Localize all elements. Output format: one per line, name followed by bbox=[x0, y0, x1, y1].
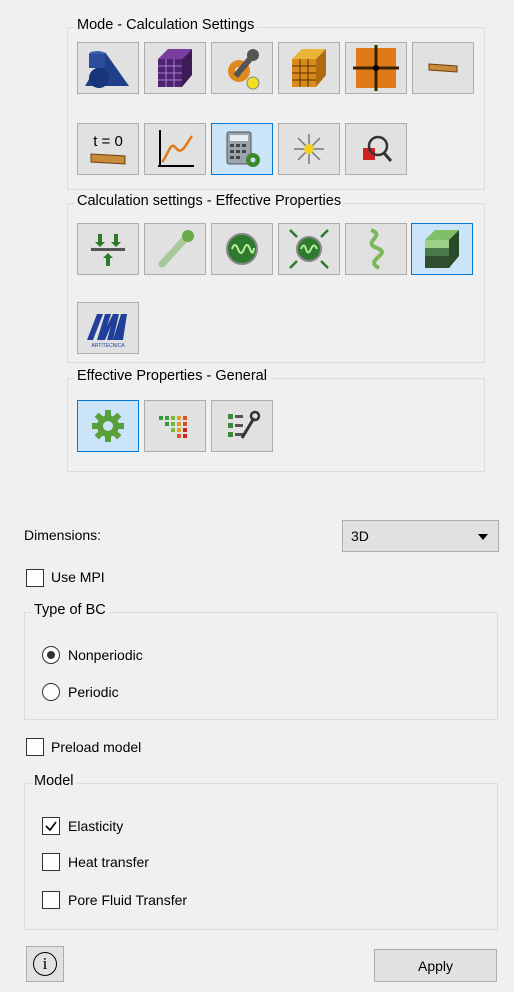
apply-button[interactable]: Apply bbox=[374, 949, 497, 982]
purple-cube-icon bbox=[158, 49, 192, 87]
wave-circle-button[interactable] bbox=[211, 223, 273, 275]
info-glyph: i bbox=[42, 954, 48, 973]
list-wrench-icon bbox=[228, 410, 261, 439]
shapes-icon bbox=[85, 51, 129, 88]
green-cube-icon bbox=[425, 230, 459, 268]
nonperiodic-label[interactable]: Nonperiodic bbox=[68, 647, 143, 663]
grid-button[interactable] bbox=[345, 42, 407, 94]
helix-icon bbox=[369, 228, 384, 270]
sparkle-icon bbox=[294, 134, 324, 164]
logo-text: ARTITECNICA bbox=[91, 343, 125, 349]
pore-fluid-transfer-label[interactable]: Pore Fluid Transfer bbox=[68, 892, 187, 908]
type-of-bc-group: Type of BC bbox=[24, 602, 498, 720]
green-cube-button[interactable] bbox=[411, 223, 473, 275]
wrench-gear-icon bbox=[228, 49, 260, 90]
group-title: Effective Properties - General bbox=[74, 368, 270, 384]
beam-icon bbox=[428, 63, 458, 73]
curve-graph-icon bbox=[158, 130, 194, 167]
time-zero-button[interactable]: t = 0 bbox=[77, 123, 139, 175]
calculator-gear-icon bbox=[226, 131, 260, 167]
pore-fluid-transfer-checkbox[interactable] bbox=[42, 891, 60, 909]
dimensions-value: 3D bbox=[351, 528, 369, 544]
dimensions-label: Dimensions: bbox=[24, 527, 102, 543]
preload-model-checkbox[interactable] bbox=[26, 738, 44, 756]
orange-cube-button[interactable] bbox=[278, 42, 340, 94]
elasticity-label[interactable]: Elasticity bbox=[68, 818, 123, 834]
load-arrows-button[interactable] bbox=[77, 223, 139, 275]
radio-dot bbox=[47, 651, 55, 659]
group-title: Calculation settings - Effective Propert… bbox=[74, 193, 345, 209]
orange-cube-icon bbox=[292, 49, 326, 87]
info-button[interactable]: i bbox=[26, 946, 64, 982]
beam-button[interactable] bbox=[412, 42, 474, 94]
nonperiodic-radio[interactable] bbox=[42, 646, 60, 664]
calculator-gear-button[interactable] bbox=[211, 123, 273, 175]
curve-graph-button[interactable] bbox=[144, 123, 206, 175]
wave-circle-icon bbox=[226, 233, 258, 265]
time-zero-icon: t = 0 bbox=[90, 133, 126, 165]
list-wrench-button[interactable] bbox=[211, 400, 273, 452]
preload-model-label[interactable]: Preload model bbox=[51, 739, 141, 755]
sparkle-button[interactable] bbox=[278, 123, 340, 175]
magnifier-button[interactable] bbox=[345, 123, 407, 175]
fiber-icon bbox=[158, 230, 194, 268]
shapes-button[interactable] bbox=[77, 42, 139, 94]
group-title: Type of BC bbox=[31, 602, 109, 618]
group-title: Mode - Calculation Settings bbox=[74, 17, 258, 33]
logo-icon: ARTITECNICA bbox=[87, 314, 127, 349]
heat-transfer-label[interactable]: Heat transfer bbox=[68, 854, 149, 870]
use-mpi-label[interactable]: Use MPI bbox=[51, 569, 105, 585]
wave-arrows-icon bbox=[289, 229, 329, 269]
use-mpi-checkbox[interactable] bbox=[26, 569, 44, 587]
heat-transfer-checkbox[interactable] bbox=[42, 853, 60, 871]
periodic-radio[interactable] bbox=[42, 683, 60, 701]
bars-button[interactable] bbox=[144, 400, 206, 452]
apply-label: Apply bbox=[417, 957, 454, 974]
info-icon: i bbox=[33, 952, 57, 976]
time-zero-text: t = 0 bbox=[93, 133, 123, 150]
fiber-button[interactable] bbox=[144, 223, 206, 275]
load-arrows-icon bbox=[91, 234, 125, 266]
wrench-gear-button[interactable] bbox=[211, 42, 273, 94]
checkmark-icon bbox=[45, 821, 57, 832]
group-title: Model bbox=[31, 773, 77, 789]
logo-button[interactable]: ARTITECNICA bbox=[77, 302, 139, 354]
dimensions-dropdown[interactable]: 3D bbox=[342, 520, 499, 552]
chevron-down-icon bbox=[478, 534, 488, 540]
elasticity-checkbox[interactable] bbox=[42, 817, 60, 835]
wave-arrows-button[interactable] bbox=[278, 223, 340, 275]
gear-icon bbox=[92, 410, 124, 442]
periodic-label[interactable]: Periodic bbox=[68, 684, 119, 700]
bars-icon bbox=[159, 416, 187, 438]
purple-cube-button[interactable] bbox=[144, 42, 206, 94]
helix-button[interactable] bbox=[345, 223, 407, 275]
grid-icon bbox=[353, 45, 399, 91]
magnifier-icon bbox=[363, 135, 393, 162]
gear-button[interactable] bbox=[77, 400, 139, 452]
